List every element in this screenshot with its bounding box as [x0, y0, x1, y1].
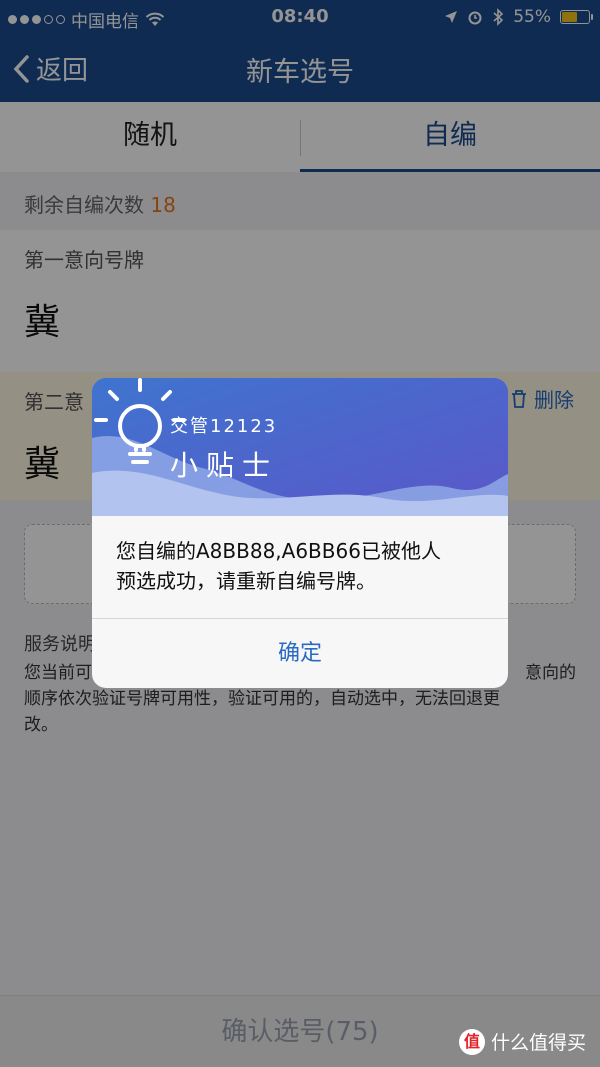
dialog-message: 您自编的A8BB88,A6BB66已被他人 预选成功，请重新自编号牌。 — [116, 536, 486, 596]
watermark: 值 什么值得买 — [458, 1028, 586, 1055]
dialog-ok-button[interactable]: 确定 — [92, 619, 508, 688]
watermark-text: 什么值得买 — [490, 1032, 586, 1054]
dialog-header: 交管12123 小贴士 — [92, 378, 508, 516]
lightbulb-icon — [94, 378, 186, 464]
dialog-message-line-1: 您自编的A8BB88,A6BB66已被他人 — [116, 539, 441, 563]
dialog-message-line-2: 预选成功，请重新自编号牌。 — [116, 569, 376, 593]
tip-dialog: 交管12123 小贴士 您自编的A8BB88,A6BB66已被他人 预选成功，请… — [92, 378, 508, 688]
watermark-badge: 值 — [458, 1028, 485, 1055]
